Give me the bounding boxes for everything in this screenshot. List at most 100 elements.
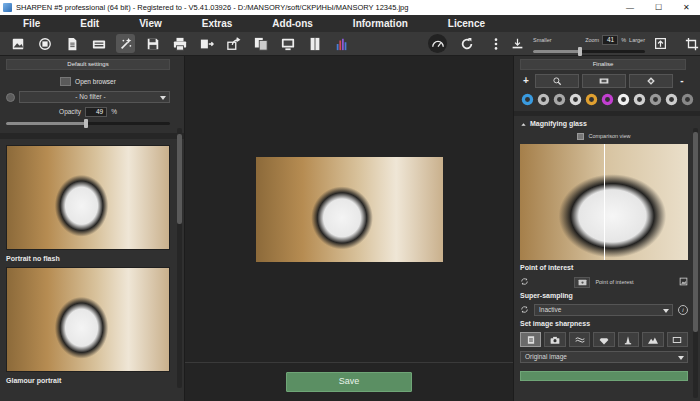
apply-button[interactable]: [520, 371, 688, 381]
preset-preview[interactable]: [6, 145, 170, 250]
screen-button[interactable]: [278, 34, 297, 53]
sharpness-title: Set image sharpness: [520, 320, 688, 329]
diamond-button[interactable]: [629, 74, 673, 88]
histogram-button[interactable]: [332, 34, 351, 53]
raw-button[interactable]: [89, 34, 108, 53]
focus-button[interactable]: [664, 92, 678, 106]
minimize-button[interactable]: —: [616, 3, 644, 13]
sharpness-mode-button[interactable]: [520, 332, 541, 347]
globe-button[interactable]: [35, 34, 54, 53]
workspace: Default settings Open browser - No filter …: [0, 56, 700, 401]
comparison-toggle[interactable]: Comparison view: [520, 131, 688, 141]
filter-select[interactable]: - No filter -: [19, 91, 170, 103]
finalise-button[interactable]: Finalise: [520, 59, 686, 70]
color-wheel-button[interactable]: [584, 92, 598, 106]
search-button[interactable]: [535, 74, 579, 88]
sharpness-mode-button[interactable]: [642, 332, 663, 347]
sharpness-mode-button[interactable]: [667, 332, 688, 347]
gem-icon: [599, 335, 609, 345]
sharpness-mode-button[interactable]: [593, 332, 614, 347]
add-button[interactable]: +: [520, 75, 532, 87]
share-button[interactable]: [224, 34, 243, 53]
bokeh-button[interactable]: [568, 92, 582, 106]
comparison-divider[interactable]: [604, 144, 605, 260]
menu-item[interactable]: View: [139, 18, 162, 30]
preset-item[interactable]: Portrait no flash: [6, 145, 170, 267]
scrollbar[interactable]: [693, 128, 698, 398]
shield-icon: [617, 93, 630, 106]
maximize-button[interactable]: ☐: [644, 3, 672, 13]
scrollbar-thumb[interactable]: [693, 132, 698, 332]
save-button[interactable]: Save: [286, 372, 412, 392]
menu-item[interactable]: Add-ons: [272, 18, 313, 30]
poi-reset-button[interactable]: [520, 277, 529, 288]
menu-item[interactable]: File: [23, 18, 40, 30]
window-title: SHARPEN #5 professional (64 bit) - Regis…: [16, 3, 616, 12]
preset-preview[interactable]: [6, 267, 170, 372]
scrollbar-thumb[interactable]: [177, 134, 182, 224]
photo-button[interactable]: [8, 34, 27, 53]
default-settings-button[interactable]: Default settings: [6, 59, 170, 70]
menu-item[interactable]: Information: [353, 18, 408, 30]
open-browser-button[interactable]: Open browser: [6, 75, 170, 88]
gauge-button[interactable]: [428, 34, 447, 53]
zoom-smaller-label: Smaller: [533, 37, 552, 44]
prism-button[interactable]: [600, 92, 614, 106]
poi-picture-button[interactable]: [679, 277, 688, 288]
menu-item[interactable]: Licence: [448, 18, 485, 30]
info-button[interactable]: i: [678, 305, 688, 315]
zoom-slider[interactable]: [533, 50, 645, 53]
book-button[interactable]: [305, 34, 324, 53]
super-sampling-select[interactable]: Inactive: [534, 304, 673, 316]
magnifier-header[interactable]: Magnifying glass: [520, 120, 688, 129]
export-button[interactable]: [197, 34, 216, 53]
print-button[interactable]: [170, 34, 189, 53]
wand-button[interactable]: [116, 34, 135, 53]
copy-button[interactable]: [251, 34, 270, 53]
dots-button[interactable]: [486, 34, 505, 53]
caret-icon: [678, 356, 684, 360]
wave-icon: [575, 335, 585, 345]
sharpness-mode-button[interactable]: [569, 332, 590, 347]
network-button[interactable]: [632, 92, 646, 106]
shield-button[interactable]: [616, 92, 630, 106]
close-button[interactable]: ✕: [672, 3, 700, 13]
contrast-button[interactable]: [536, 92, 550, 106]
select-value: - No filter -: [75, 93, 105, 100]
menu-item[interactable]: Edit: [80, 18, 99, 30]
sharpness-modes: [520, 332, 688, 347]
opacity-slider[interactable]: [6, 122, 170, 125]
zoom-value-field[interactable]: 41: [602, 35, 618, 45]
sharpness-mode-button[interactable]: [618, 332, 639, 347]
super-sampling-reset-button[interactable]: [520, 305, 529, 316]
sharpness-source-select[interactable]: Original image: [520, 351, 688, 363]
scrollbar[interactable]: [177, 128, 182, 388]
preset-item[interactable]: Glamour portrait: [6, 267, 170, 389]
frame-button[interactable]: [582, 74, 626, 88]
collapse-icon: [520, 121, 527, 128]
poi-target-button[interactable]: [574, 277, 590, 288]
crop-button[interactable]: [682, 34, 700, 53]
portrait-icon: [526, 335, 536, 345]
sharpness-mode-button[interactable]: [544, 332, 565, 347]
document-button[interactable]: [62, 34, 81, 53]
slider-thumb[interactable]: [84, 119, 88, 128]
slider-fill: [6, 122, 86, 125]
noise-button[interactable]: [552, 92, 566, 106]
refresh-icon: [460, 37, 474, 51]
photo-icon: [11, 37, 25, 51]
gem-button[interactable]: [520, 92, 534, 106]
opacity-field[interactable]: 49: [85, 107, 107, 117]
menu-item[interactable]: Extras: [202, 18, 233, 30]
slider-thumb[interactable]: [578, 47, 582, 56]
zoom-in-button[interactable]: [651, 34, 670, 53]
remove-button[interactable]: -: [676, 75, 688, 87]
bokeh-icon: [569, 93, 582, 106]
document-icon: [65, 37, 79, 51]
lens-button[interactable]: [648, 92, 662, 106]
refresh-button[interactable]: [457, 34, 476, 53]
magnifier-title: Magnifying glass: [530, 120, 587, 128]
zoom-out-button[interactable]: [508, 34, 527, 53]
aperture-button[interactable]: [680, 92, 694, 106]
save-button[interactable]: [143, 34, 162, 53]
